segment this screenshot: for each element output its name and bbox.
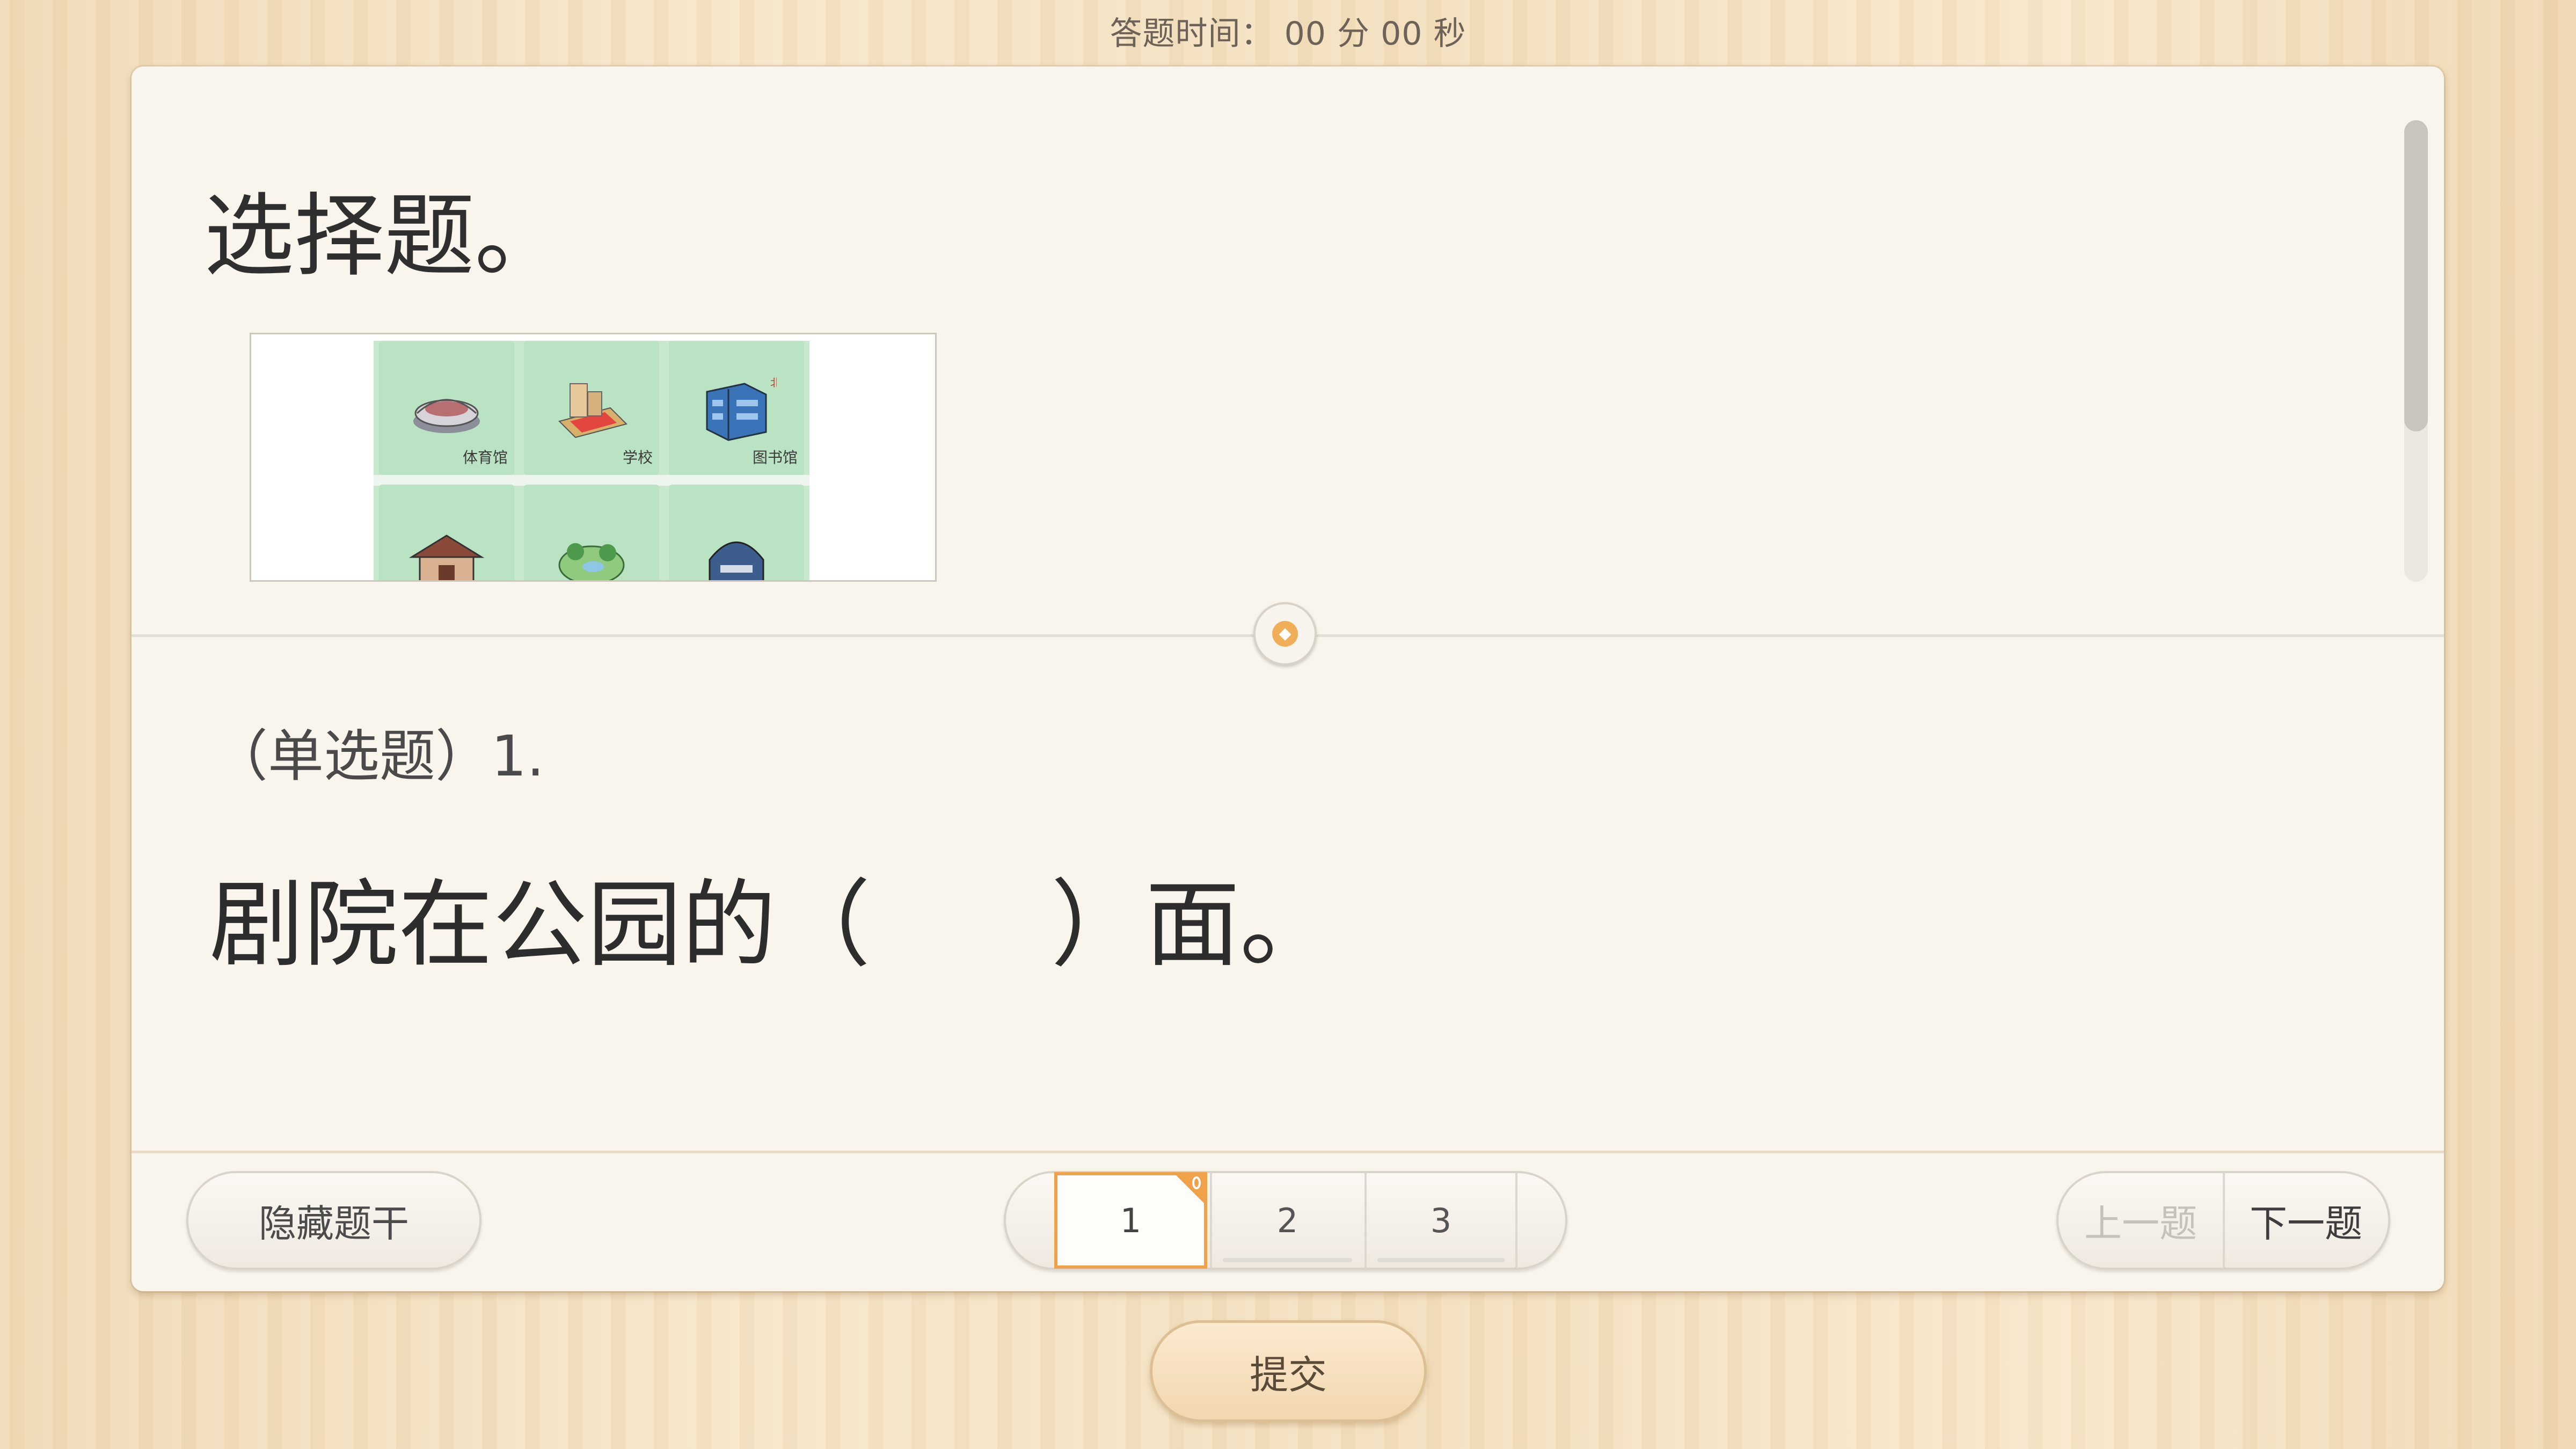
next-question-button[interactable]: 下一题: [2224, 1173, 2388, 1268]
map-tile-library: 北 图书馆: [669, 341, 804, 475]
compass-north-mark: 北: [770, 376, 777, 389]
answer-timer: 答题时间： 00 分 00 秒: [1110, 15, 1466, 53]
page-button-label: 3: [1430, 1201, 1452, 1240]
stem-title: 选择题。: [204, 184, 565, 289]
page-button-2[interactable]: 2: [1210, 1173, 1363, 1268]
pane-resize-handle[interactable]: ◆: [1253, 602, 1317, 665]
drag-arrows-icon: ◆: [1272, 621, 1298, 647]
location-pin-icon: [1192, 1176, 1201, 1189]
park-icon: [558, 543, 625, 580]
question-card: 选择题。 体育馆 学校 图书馆 ◆ （单选题）1. 剧院在公园的（ ）面。 隐藏…: [132, 67, 2444, 1291]
question-nav: 上一题 下一题: [2056, 1171, 2390, 1270]
map-tile-label: 学校: [622, 449, 653, 466]
current-flag-icon: [1173, 1172, 1207, 1206]
question-figure: 体育馆 学校 北: [250, 333, 937, 582]
map-image: 体育馆 学校 北: [374, 341, 809, 580]
question-pager: 1 2 3: [1004, 1171, 1567, 1270]
map-tile-dome: [669, 485, 804, 580]
map-tile-park: [524, 485, 659, 580]
page-button-1[interactable]: 1: [1054, 1172, 1207, 1269]
map-tile-stadium: 体育馆: [379, 341, 514, 475]
page-underline: [1223, 1258, 1352, 1262]
page-underline: [1377, 1258, 1505, 1262]
map-road: [374, 475, 809, 486]
map-tile-label: 图书馆: [752, 449, 798, 466]
theater-icon: [408, 535, 485, 580]
page-button-3[interactable]: 3: [1364, 1173, 1517, 1268]
footer-divider: [132, 1151, 2444, 1153]
dome-building-icon: [709, 541, 764, 580]
stadium-icon: [413, 399, 480, 433]
page-button-label: 1: [1120, 1201, 1142, 1240]
stem-scrollbar[interactable]: [2404, 120, 2428, 582]
stem-scroll-thumb[interactable]: [2404, 120, 2428, 431]
library-icon: 北: [706, 376, 777, 441]
submit-button[interactable]: 提交: [1150, 1320, 1427, 1422]
prev-question-button[interactable]: 上一题: [2059, 1173, 2225, 1268]
map-tile-label: 体育馆: [462, 449, 508, 466]
page-button-label: 2: [1276, 1201, 1298, 1240]
school-icon: [558, 383, 627, 438]
map-tile-theater: [379, 485, 514, 580]
hide-stem-button[interactable]: 隐藏题干: [186, 1171, 481, 1270]
question-type-label: （单选题）1.: [212, 723, 545, 789]
map-tile-school: 学校: [524, 341, 659, 475]
question-text: 剧院在公园的（ ）面。: [209, 870, 1334, 980]
